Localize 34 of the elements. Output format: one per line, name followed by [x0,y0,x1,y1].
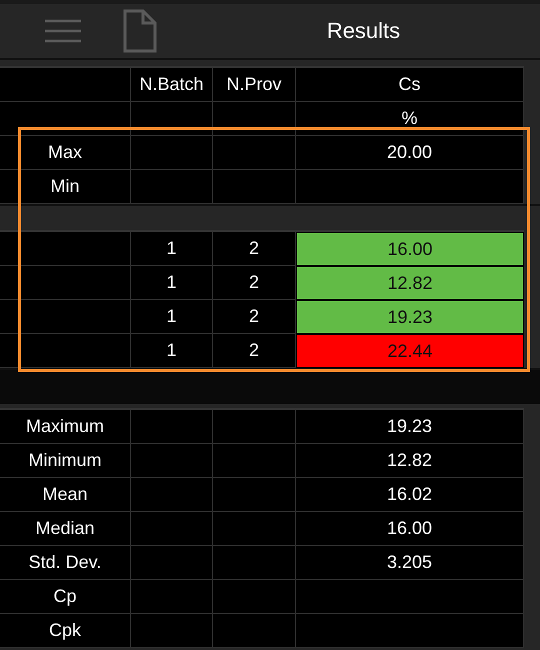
table-cell: 2 [213,300,296,334]
row-label: Maximum [0,410,131,444]
statistic-value: 12.82 [296,444,524,478]
measurement-value: 12.82 [296,266,524,300]
table-cell: 1 [131,232,213,266]
page-title: Results [326,18,402,44]
table-cell: 2 [213,334,296,368]
table-cell: 1 [131,334,213,368]
statistic-value: 19.23 [296,410,524,444]
row-label: Mean [0,478,131,512]
table-cell: 2 [213,266,296,300]
statistic-value: 3.205 [296,546,524,580]
table-cell: 2 [213,232,296,266]
row-label: Min [0,170,131,204]
row-label: Cp [0,580,131,614]
statistic-value: 16.00 [296,512,524,546]
row-label: Max [0,136,131,170]
measurement-value: 22.44 [296,334,524,368]
statistic-value: 16.02 [296,478,524,512]
document-icon[interactable] [123,9,157,53]
unit-label: % [296,102,524,136]
measurement-value: 16.00 [296,232,524,266]
menu-icon[interactable] [45,19,81,43]
column-header: N.Batch [131,68,213,102]
row-label: Median [0,512,131,546]
column-header: N.Prov [213,68,296,102]
limit-value: 20.00 [296,136,524,170]
measurement-value: 19.23 [296,300,524,334]
table-cell: 1 [131,266,213,300]
row-label: Std. Dev. [0,546,131,580]
row-label: Cpk [0,614,131,648]
table-cell: 1 [131,300,213,334]
row-label: Minimum [0,444,131,478]
column-header: Cs [296,68,524,102]
